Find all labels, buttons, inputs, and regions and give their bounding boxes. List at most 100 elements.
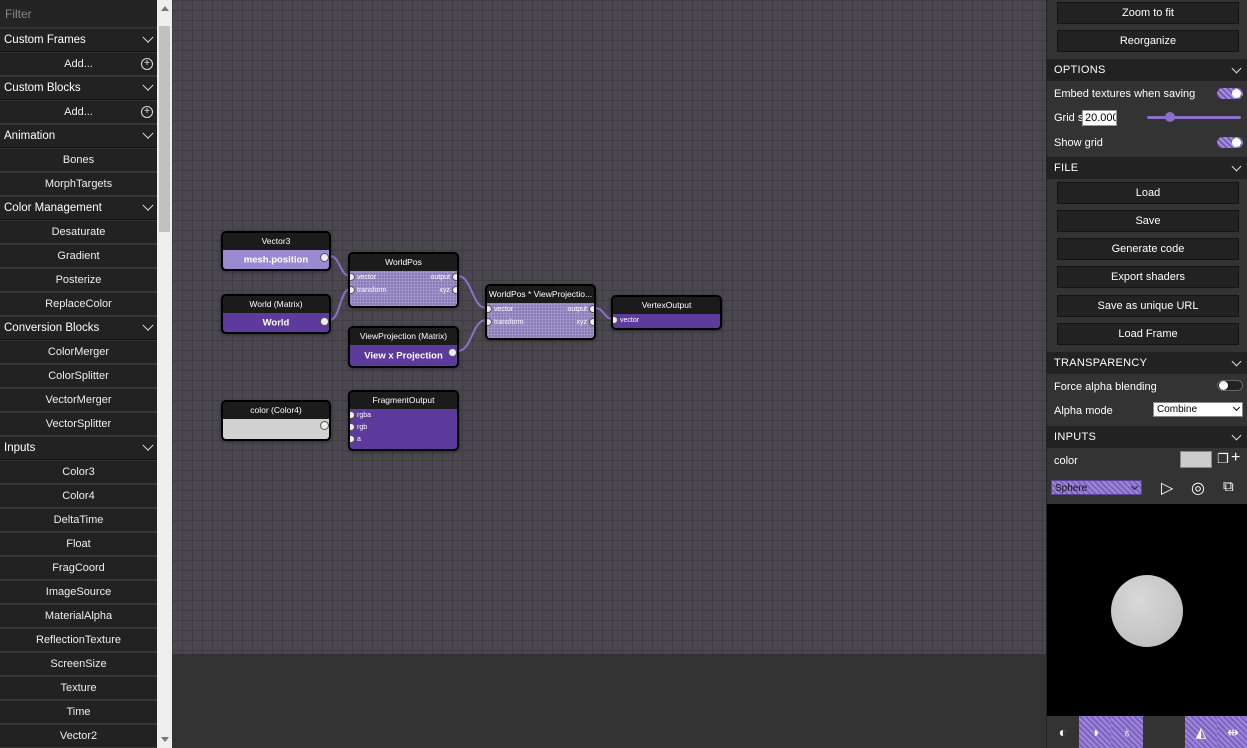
output-port-icon[interactable] (448, 348, 457, 357)
scroll-up-arrow-icon[interactable] (161, 6, 169, 11)
category-custom-blocks[interactable]: Custom Blocks (0, 77, 157, 100)
node-vertexoutput[interactable]: VertexOutput vector (611, 295, 722, 330)
grid-size-slider[interactable] (1147, 116, 1241, 119)
palette-icon[interactable]: ◎ (1191, 478, 1205, 498)
output-port-output[interactable]: output (431, 273, 457, 283)
color-swatch[interactable] (223, 419, 329, 439)
category-custom-frames[interactable]: Custom Frames (0, 29, 157, 52)
popout-icon[interactable]: ⧉ (1223, 478, 1234, 495)
preview-mesh-select[interactable]: Sphere (1051, 480, 1142, 495)
node-color-color4[interactable]: color (Color4) (221, 400, 331, 441)
play-icon[interactable]: ▷ (1161, 478, 1173, 498)
palette-item-gradient[interactable]: Gradient (0, 245, 157, 268)
node-viewprojection-matrix[interactable]: ViewProjection (Matrix) View x Projectio… (348, 326, 459, 368)
reorganize-button[interactable]: Reorganize (1057, 30, 1239, 52)
add-custom-frame-button[interactable]: Add... + (0, 53, 157, 76)
load-button[interactable]: Load (1057, 182, 1239, 204)
alpha-mode-select[interactable]: Combine (1153, 402, 1243, 417)
palette-scrollbar[interactable] (157, 0, 172, 748)
file-section-header[interactable]: FILE (1047, 157, 1247, 179)
output-port-icon[interactable] (320, 317, 329, 326)
zoom-to-fit-button[interactable]: Zoom to fit (1057, 2, 1239, 24)
material-preview[interactable] (1047, 504, 1247, 716)
input-port-rgb[interactable]: rgb (350, 423, 367, 433)
palette-item-colormerger[interactable]: ColorMerger (0, 341, 157, 364)
category-color-management[interactable]: Color Management (0, 197, 157, 220)
add-custom-block-button[interactable]: Add... + (0, 101, 157, 124)
color-picker-swatch[interactable] (1180, 451, 1212, 468)
transparency-section-header[interactable]: TRANSPARENCY (1047, 352, 1247, 374)
depth-prepass-icon[interactable]: ⇹ (1217, 716, 1247, 748)
hemispheric-light-icon[interactable]: ◐ (1047, 716, 1079, 748)
category-conversion-blocks[interactable]: Conversion Blocks (0, 317, 157, 340)
save-unique-url-button[interactable]: Save as unique URL (1057, 295, 1239, 317)
palette-item-texture[interactable]: Texture (0, 677, 157, 700)
port-icon[interactable] (350, 411, 355, 420)
palette-item-color4[interactable]: Color4 (0, 485, 157, 508)
save-button[interactable]: Save (1057, 210, 1239, 232)
output-port-xyz[interactable]: xyz (577, 318, 594, 328)
port-icon[interactable] (487, 305, 492, 314)
palette-item-time[interactable]: Time (0, 701, 157, 724)
show-grid-toggle[interactable] (1217, 137, 1243, 148)
input-port-a[interactable]: a (350, 435, 361, 445)
port-icon[interactable] (487, 318, 492, 327)
node-worldpos-viewprojection[interactable]: WorldPos * ViewProjectio... vector trans… (485, 284, 596, 340)
port-icon[interactable] (589, 305, 594, 314)
port-icon[interactable] (350, 286, 355, 295)
palette-item-vectorsplitter[interactable]: VectorSplitter (0, 413, 157, 436)
output-port-icon[interactable] (320, 253, 329, 262)
palette-item-fragcoord[interactable]: FragCoord (0, 557, 157, 580)
input-port-vector[interactable]: vector (350, 273, 376, 283)
scrollbar-thumb[interactable] (159, 26, 170, 232)
graph-canvas[interactable]: Vector3 mesh.position World (Matrix) Wor… (172, 0, 1046, 654)
plus-icon[interactable]: + (1231, 449, 1240, 467)
scroll-down-arrow-icon[interactable] (161, 737, 169, 742)
palette-item-desaturate[interactable]: Desaturate (0, 221, 157, 244)
backface-culling-icon[interactable]: ◭ (1185, 716, 1217, 748)
node-world-matrix[interactable]: World (Matrix) World (221, 294, 331, 334)
load-frame-button[interactable]: Load Frame (1057, 323, 1239, 345)
port-icon[interactable] (589, 318, 594, 327)
directional-light-1-icon[interactable]: ◑ (1079, 716, 1111, 748)
port-icon[interactable] (350, 423, 355, 432)
input-port-vector[interactable]: vector (613, 316, 639, 326)
node-worldpos[interactable]: WorldPos vector transform output xyz (348, 252, 459, 308)
node-vector3[interactable]: Vector3 mesh.position (221, 231, 331, 271)
palette-item-deltatime[interactable]: DeltaTime (0, 509, 157, 532)
palette-item-screensize[interactable]: ScreenSize (0, 653, 157, 676)
palette-item-imagesource[interactable]: ImageSource (0, 581, 157, 604)
input-port-rgba[interactable]: rgba (350, 411, 371, 421)
input-port-vector[interactable]: vector (487, 305, 513, 315)
add-circle-icon[interactable]: + (141, 106, 153, 118)
slider-handle[interactable] (1165, 112, 1175, 122)
palette-item-vector2[interactable]: Vector2 (0, 725, 157, 748)
category-inputs[interactable]: Inputs (0, 437, 157, 460)
output-port-icon[interactable] (320, 421, 329, 430)
node-fragmentoutput[interactable]: FragmentOutput rgba rgb a (348, 390, 459, 451)
generate-code-button[interactable]: Generate code (1057, 238, 1239, 260)
palette-item-morphtargets[interactable]: MorphTargets (0, 173, 157, 196)
port-icon[interactable] (452, 286, 457, 295)
palette-item-bones[interactable]: Bones (0, 149, 157, 172)
palette-item-colorsplitter[interactable]: ColorSplitter (0, 365, 157, 388)
directional-light-2-icon[interactable]: ♁ (1111, 716, 1143, 748)
port-icon[interactable] (452, 273, 457, 282)
port-icon[interactable] (350, 435, 355, 444)
add-circle-icon[interactable]: + (141, 58, 153, 70)
export-shaders-button[interactable]: Export shaders (1057, 266, 1239, 288)
palette-item-materialalpha[interactable]: MaterialAlpha (0, 605, 157, 628)
palette-item-posterize[interactable]: Posterize (0, 269, 157, 292)
grid-size-input[interactable] (1082, 110, 1117, 126)
filter-input[interactable] (0, 0, 157, 27)
output-port-output[interactable]: output (568, 305, 594, 315)
inputs-section-header[interactable]: INPUTS (1047, 426, 1247, 448)
force-alpha-toggle[interactable] (1217, 380, 1243, 391)
palette-item-reflectiontexture[interactable]: ReflectionTexture (0, 629, 157, 652)
palette-item-vectormerger[interactable]: VectorMerger (0, 389, 157, 412)
category-animation[interactable]: Animation (0, 125, 157, 148)
options-section-header[interactable]: OPTIONS (1047, 59, 1247, 81)
embed-textures-toggle[interactable] (1217, 88, 1243, 99)
palette-item-replacecolor[interactable]: ReplaceColor (0, 293, 157, 316)
port-icon[interactable] (350, 273, 355, 282)
